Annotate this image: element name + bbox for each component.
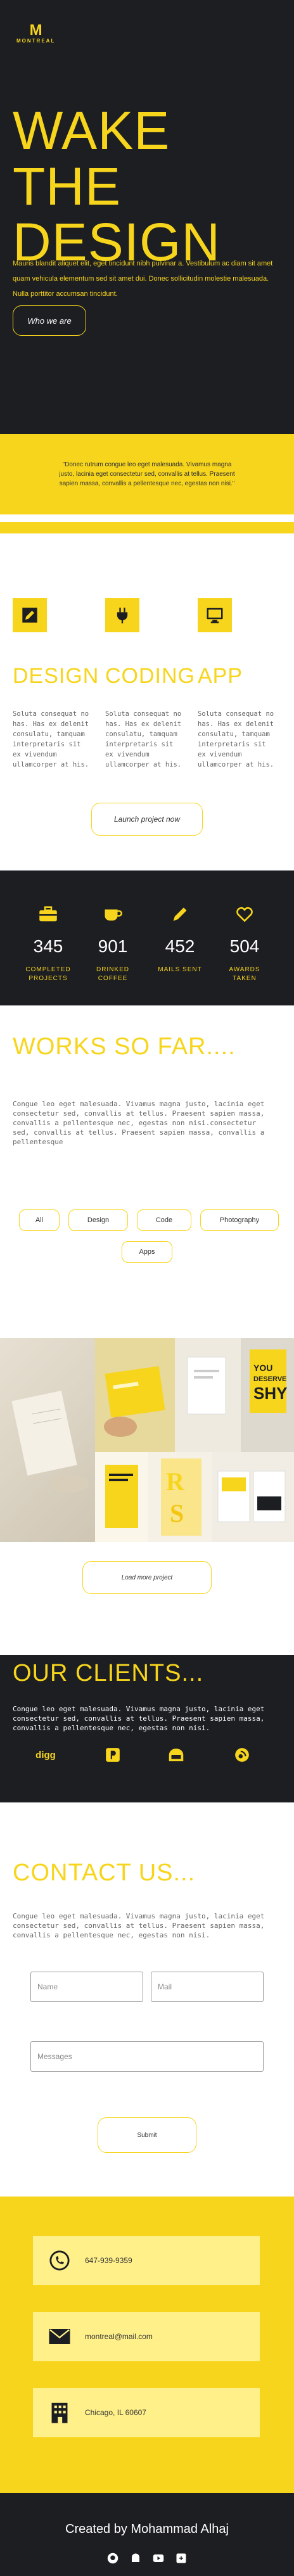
- project-thumb-book-cover[interactable]: [95, 1452, 148, 1542]
- service-app: APP Soluta consequat no has. Has ex dele…: [198, 598, 280, 770]
- svg-text:DESERVE: DESERVE: [253, 1375, 286, 1383]
- building-icon: [47, 2400, 72, 2425]
- brand-letter: M: [29, 22, 42, 39]
- monitor-icon: [198, 598, 232, 632]
- stat-label: AWARDS TAKEN: [229, 966, 260, 982]
- launch-project-button[interactable]: Launch project now: [91, 803, 203, 836]
- stats-section: 345 COMPLETED PROJECTS 901 DRINKED COFFEE …: [0, 870, 294, 1005]
- filter-design[interactable]: Design: [68, 1209, 128, 1231]
- service-text: Soluta consequat no has. Has ex delenit …: [105, 710, 182, 768]
- load-more-wrap: Load more project: [0, 1542, 294, 1655]
- filter-code[interactable]: Code: [137, 1209, 191, 1231]
- digg-logo[interactable]: digg: [33, 1742, 58, 1768]
- address-text: Chicago, IL 60607: [85, 2408, 146, 2417]
- briefcase-icon: [23, 903, 74, 925]
- stat-value: 901: [98, 936, 128, 956]
- social-links: [0, 2553, 294, 2564]
- service-coding: CODING Soluta consequat no has. Has ex d…: [105, 598, 195, 770]
- works-section: WORKS SO FAR.... Congue leo eget malesua…: [0, 1005, 294, 1338]
- info-section: 647-939-9359 montreal@mail.com Chicago, …: [0, 2197, 294, 2493]
- youtube-icon[interactable]: [153, 2553, 164, 2564]
- github-alt-icon[interactable]: [130, 2553, 141, 2564]
- hero-title-line1: WAKE THE: [13, 101, 170, 216]
- svg-text:YOU: YOU: [253, 1363, 272, 1373]
- whatsapp-icon: [47, 2248, 72, 2273]
- works-title: WORKS SO FAR....: [13, 1033, 236, 1060]
- filter-all[interactable]: All: [19, 1209, 60, 1231]
- brand-logo[interactable]: M MONTREAL: [16, 23, 55, 44]
- phone-card[interactable]: 647-939-9359: [33, 2236, 260, 2285]
- service-design: DESIGN Soluta consequat no has. Has ex d…: [13, 598, 99, 770]
- stat-label: MAILS SENT: [158, 966, 202, 973]
- stat-label: COMPLETED PROJECTS: [25, 966, 71, 982]
- messages-field[interactable]: [30, 2041, 264, 2072]
- quote-text: "Donec rutrum congue leo eget malesuada.…: [59, 461, 235, 487]
- project-thumb-book-reading[interactable]: [0, 1338, 95, 1542]
- footer-credit: Created by Mohammad Alhaj: [65, 2522, 229, 2536]
- address-card[interactable]: Chicago, IL 60607: [33, 2388, 260, 2437]
- services-section: DESIGN Soluta consequat no has. Has ex d…: [0, 533, 294, 870]
- email-text: montreal@mail.com: [85, 2332, 153, 2341]
- stat-value: 345: [33, 936, 63, 956]
- quote-section: "Donec rutrum congue leo eget malesuada.…: [0, 434, 294, 514]
- stat-coffee: 901 DRINKED COFFEE: [87, 903, 138, 983]
- clients-section: OUR CLIENTS... Congue leo eget malesuada…: [0, 1655, 294, 1802]
- service-text: Soluta consequat no has. Has ex delenit …: [198, 710, 274, 768]
- coffee-icon: [87, 903, 138, 925]
- github-icon[interactable]: [107, 2553, 118, 2564]
- stat-value: 452: [165, 936, 195, 956]
- svg-text:R: R: [166, 1467, 185, 1496]
- project-thumb-typography[interactable]: RS: [148, 1452, 212, 1542]
- filter-photography[interactable]: Photography: [200, 1209, 279, 1231]
- stat-awards: 504 AWARDS TAKEN: [219, 903, 270, 983]
- stat-label: DRINKED COFFEE: [96, 966, 129, 982]
- yellow-bar: [0, 522, 294, 533]
- svg-text:SHY: SHY: [253, 1384, 287, 1403]
- stat-value: 504: [229, 936, 260, 956]
- project-thumb-yellow-booklet[interactable]: [95, 1338, 175, 1452]
- stat-mails: 452 MAILS SENT: [155, 903, 205, 974]
- submit-button[interactable]: Submit: [98, 2117, 196, 2153]
- hero-section: M MONTREAL WAKE THE DESIGN Mauris blandi…: [0, 0, 294, 434]
- google-plus-icon[interactable]: [176, 2553, 187, 2564]
- project-thumb-journal[interactable]: [175, 1338, 241, 1452]
- svg-text:S: S: [170, 1499, 184, 1527]
- load-more-button[interactable]: Load more project: [82, 1561, 212, 1594]
- service-title: APP: [198, 664, 243, 688]
- podcast-icon[interactable]: [229, 1742, 255, 1768]
- brand-name: MONTREAL: [16, 38, 56, 44]
- pencil-square-icon: [13, 598, 47, 632]
- email-card[interactable]: montreal@mail.com: [33, 2312, 260, 2361]
- works-text: Congue leo eget malesuada. Vivamus magna…: [13, 1100, 265, 1146]
- footer: Created by Mohammad Alhaj: [0, 2493, 294, 2576]
- contact-text: Congue leo eget malesuada. Vivamus magna…: [13, 1912, 265, 1939]
- project-gallery: YOU DESERVE SHY RS: [0, 1338, 294, 1542]
- divider: [0, 514, 294, 522]
- contact-title: CONTACT US...: [13, 1859, 196, 1886]
- project-thumb-brochure[interactable]: [212, 1452, 294, 1542]
- contact-section: CONTACT US... Congue leo eget malesuada.…: [0, 1802, 294, 2197]
- product-hunt-icon[interactable]: [100, 1742, 125, 1768]
- mail-field[interactable]: [151, 1972, 264, 2002]
- name-field[interactable]: [30, 1972, 143, 2002]
- service-text: Soluta consequat no has. Has ex delenit …: [13, 710, 89, 768]
- heart-icon: [219, 903, 270, 925]
- pencil-icon: [155, 903, 205, 925]
- hero-text: Mauris blandit aliquet elit, eget tincid…: [13, 260, 273, 298]
- clients-text: Congue leo eget malesuada. Vivamus magna…: [13, 1705, 265, 1732]
- hero-title: WAKE THE DESIGN: [13, 103, 281, 270]
- clients-title: OUR CLIENTS...: [13, 1660, 204, 1687]
- service-title: DESIGN: [13, 664, 99, 688]
- envelope-icon: [47, 2324, 72, 2349]
- service-title: CODING: [105, 664, 195, 688]
- phone-text: 647-939-9359: [85, 2256, 132, 2265]
- octocat-icon[interactable]: [163, 1742, 189, 1768]
- plug-icon: [105, 598, 139, 632]
- who-we-are-button[interactable]: Who we are: [13, 305, 86, 336]
- stat-projects: 345 COMPLETED PROJECTS: [23, 903, 74, 983]
- filter-apps[interactable]: Apps: [122, 1241, 172, 1263]
- project-thumb-shy-book[interactable]: YOU DESERVE SHY: [241, 1338, 294, 1452]
